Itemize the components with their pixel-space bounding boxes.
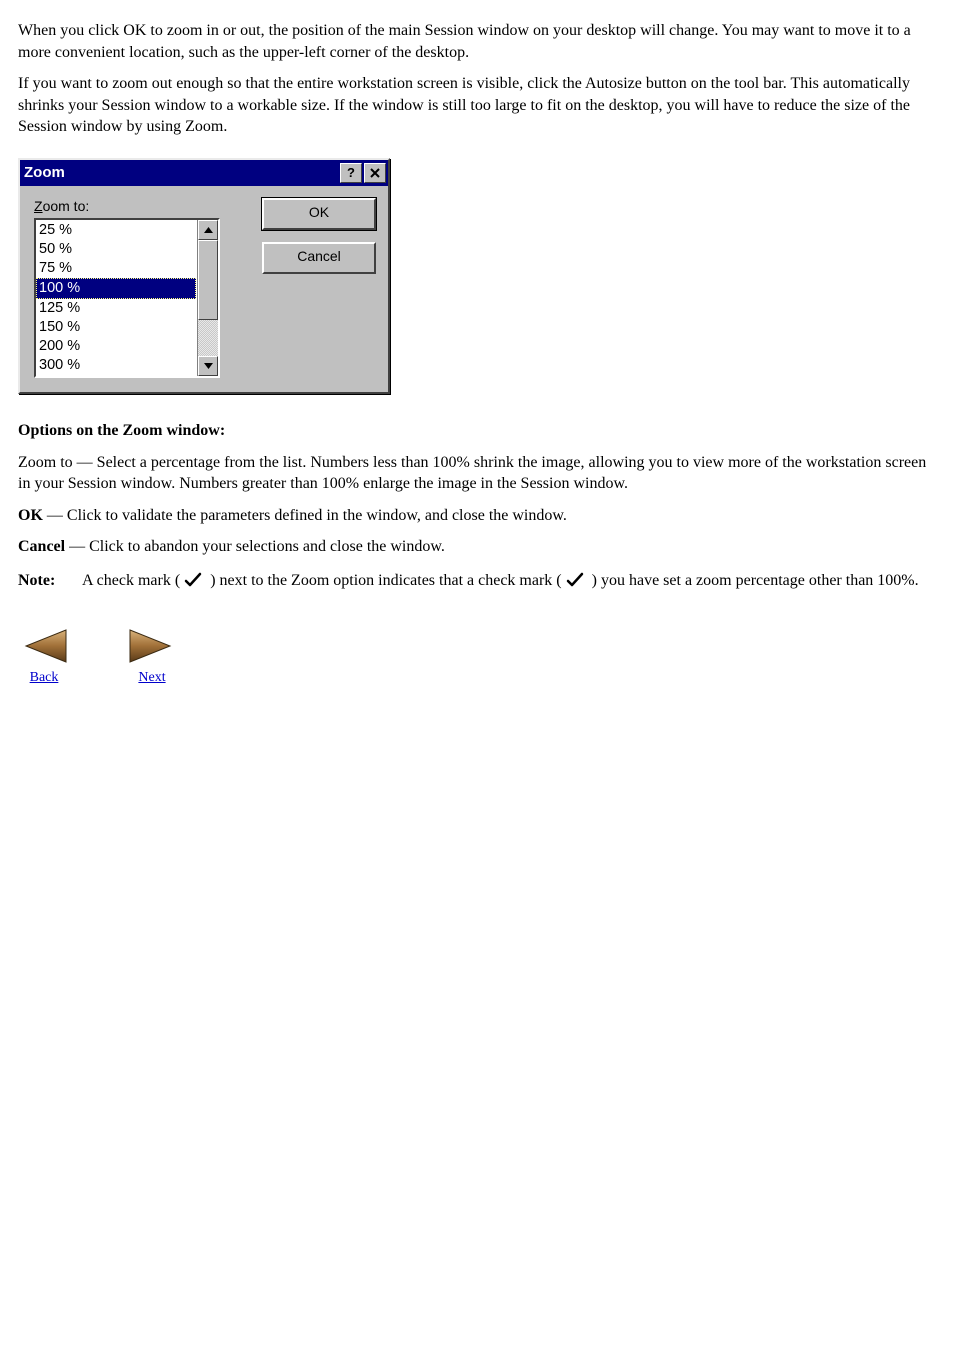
- checkmark-icon: [566, 572, 588, 590]
- zoom-listbox[interactable]: 25 %50 %75 %100 %125 %150 %200 %300 %: [34, 218, 220, 378]
- zoom-to-label: Zoom to:: [34, 198, 234, 214]
- ok-button[interactable]: OK: [262, 198, 376, 230]
- help-button[interactable]: ?: [340, 163, 362, 183]
- scroll-thumb[interactable]: [198, 240, 218, 320]
- dialog-title: Zoom: [24, 164, 338, 181]
- intro-paragraph-1: When you click OK to zoom in or out, the…: [18, 20, 936, 63]
- arrow-right-icon: [126, 624, 178, 668]
- note: Note: A check mark ( ) next to the Zoom …: [18, 572, 936, 590]
- nav-next-label: Next: [138, 670, 165, 686]
- zoom-option[interactable]: 125 %: [36, 299, 197, 318]
- note-label: Note:: [18, 572, 82, 590]
- zoom-to-description: Zoom to — Select a percentage from the l…: [18, 452, 936, 495]
- zoom-option[interactable]: 300 %: [36, 356, 197, 375]
- arrow-up-icon: [204, 227, 213, 233]
- options-heading: Options on the Zoom window:: [18, 420, 936, 442]
- dialog-titlebar: Zoom ?: [20, 160, 388, 186]
- nav-next-link[interactable]: Next: [126, 622, 178, 686]
- cancel-button[interactable]: Cancel: [262, 242, 376, 274]
- cancel-description: Cancel — Click to abandon your selection…: [18, 536, 936, 558]
- zoom-option[interactable]: 150 %: [36, 318, 197, 337]
- zoom-option[interactable]: 50 %: [36, 240, 197, 259]
- zoom-option[interactable]: 25 %: [36, 221, 197, 240]
- intro-paragraph-2: If you want to zoom out enough so that t…: [18, 73, 936, 138]
- checkmark-icon: [184, 572, 206, 590]
- nav-back-link[interactable]: Back: [18, 622, 70, 686]
- nav-back-label: Back: [30, 670, 59, 686]
- note-text: A check mark ( ) next to the Zoom option…: [82, 572, 936, 590]
- ok-description: OK — Click to validate the parameters de…: [18, 505, 936, 527]
- zoom-option[interactable]: 75 %: [36, 259, 197, 278]
- scrollbar[interactable]: [197, 220, 218, 376]
- scroll-up-button[interactable]: [198, 220, 218, 240]
- arrow-down-icon: [204, 363, 213, 369]
- zoom-dialog: Zoom ? Zoom to: 25 %50 %75 %100 %125 %15…: [18, 158, 390, 394]
- close-icon: [370, 168, 380, 178]
- zoom-option[interactable]: 200 %: [36, 337, 197, 356]
- arrow-left-icon: [18, 624, 70, 668]
- scroll-track[interactable]: [198, 240, 218, 356]
- close-button[interactable]: [364, 163, 386, 183]
- scroll-down-button[interactable]: [198, 356, 218, 376]
- zoom-option[interactable]: 100 %: [36, 278, 196, 299]
